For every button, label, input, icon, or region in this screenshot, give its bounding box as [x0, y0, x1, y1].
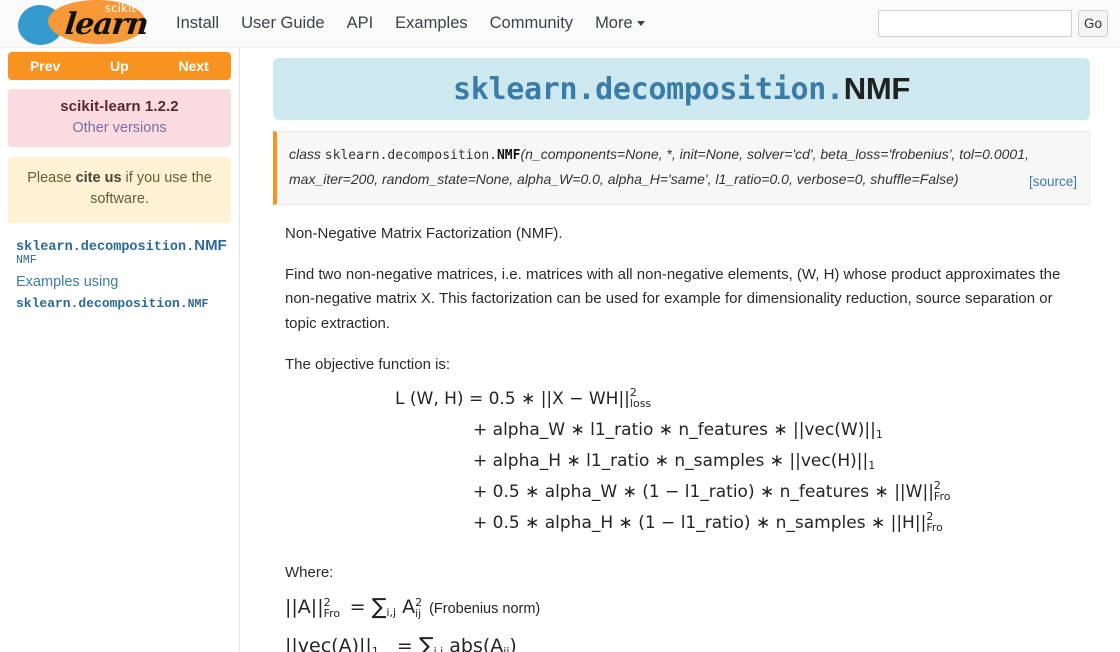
- toc-link-nmf-sub[interactable]: NMF: [16, 254, 231, 267]
- class-signature: class sklearn.decomposition.NMF(n_compon…: [273, 131, 1090, 205]
- signature-keyword: class: [289, 146, 321, 162]
- formula-lhs: L (W, H): [395, 389, 464, 410]
- version-box: scikit-learn 1.2.2 Other versions: [8, 89, 231, 147]
- search-input[interactable]: [878, 10, 1072, 37]
- nav-links: Install User Guide API Examples Communit…: [176, 14, 645, 33]
- toc-link-nmf-prefix: sklearn.decomposition.: [16, 240, 195, 256]
- formula-line-3: + alpha_H ∗ l1_ratio ∗ n_samples ∗ ||vec…: [273, 453, 1090, 484]
- formula-line4-text: + 0.5 ∗ alpha_W ∗ (1 − l1_ratio) ∗ n_fea…: [473, 482, 934, 503]
- l1-equals: =: [396, 635, 413, 652]
- l1-rhs: abs(A: [449, 635, 504, 652]
- search-go-button[interactable]: Go: [1078, 10, 1108, 37]
- l1-sigma-sub: i,j: [433, 645, 444, 652]
- l1-lhs-sub: 1: [371, 645, 379, 652]
- nav-item-examples[interactable]: Examples: [395, 14, 467, 33]
- toc-link-examples-suffix: NMF: [187, 297, 209, 311]
- formula-line2-sub: 1: [875, 428, 883, 442]
- nav-item-user-guide[interactable]: User Guide: [241, 14, 324, 33]
- cite-us-link[interactable]: cite us: [76, 170, 122, 186]
- signature-params-line1: (n_components=None, *, init=None, solver…: [520, 146, 956, 162]
- definition-l1-norm: ||vec(A)||1 = ∑i,j abs(Aij): [285, 634, 1090, 652]
- nav-item-api[interactable]: API: [347, 14, 374, 33]
- paragraph-description: Find two non-negative matrices, i.e. mat…: [285, 266, 1061, 332]
- formula-line3-text: + alpha_H ∗ l1_ratio ∗ n_samples ∗ ||vec…: [473, 451, 869, 472]
- toc-link-nmf[interactable]: sklearn.decomposition.NMF: [16, 237, 227, 256]
- frobenius-note: (Frobenius norm): [429, 601, 541, 618]
- formula-line-1: L (W, H) = 0.5 ∗ ||X − WH|| 2 loss: [395, 386, 652, 411]
- up-link[interactable]: Up: [82, 58, 156, 74]
- other-versions-link[interactable]: Other versions: [14, 120, 225, 136]
- chevron-down-icon: [636, 21, 645, 27]
- scikit-learn-logo[interactable]: scikit learn: [8, 0, 158, 48]
- top-navbar: scikit learn Install User Guide API Exam…: [0, 0, 1120, 48]
- formula-line-2: + alpha_W ∗ l1_ratio ∗ n_features ∗ ||ve…: [273, 422, 1090, 453]
- toc-link-nmf-suffix: NMF: [194, 237, 227, 255]
- formula-line-4: + 0.5 ∗ alpha_W ∗ (1 − l1_ratio) ∗ n_fea…: [473, 479, 951, 504]
- nav-item-community[interactable]: Community: [490, 14, 573, 33]
- signature-name: NMF: [496, 148, 521, 163]
- page-title-module: sklearn.decomposition.: [452, 71, 844, 107]
- signature-path: sklearn.decomposition.: [324, 148, 497, 163]
- signature-params-line3: shuffle=False): [870, 171, 959, 188]
- formula-line1-terms: 0.5 ∗ ||X − WH||: [488, 389, 630, 410]
- nav-item-more[interactable]: More: [595, 14, 645, 33]
- page-title-class: NMF: [843, 71, 911, 106]
- table-of-contents: sklearn.decomposition.NMF NMF Examples u…: [8, 237, 231, 311]
- cite-text-before: Please: [27, 170, 76, 186]
- page-title: sklearn.decomposition. NMF: [273, 58, 1090, 120]
- l1-note: ): [509, 635, 517, 652]
- toc-link-examples-using[interactable]: Examples using: [16, 274, 231, 290]
- definition-frobenius-norm: ||A|| 2 Fro = ∑i,j A 2 ij (Frobenius norm): [285, 595, 541, 621]
- paragraph-objective-intro: The objective function is:: [285, 355, 451, 373]
- prev-link[interactable]: Prev: [8, 58, 82, 74]
- formula-line-5: + 0.5 ∗ alpha_H ∗ (1 − l1_ratio) ∗ n_sam…: [473, 510, 943, 535]
- frobenius-rhs: A: [402, 596, 416, 619]
- frobenius-lhs: ||A||: [285, 596, 324, 619]
- next-link[interactable]: Next: [157, 58, 231, 74]
- sidebar: Prev Up Next scikit-learn 1.2.2 Other ve…: [0, 48, 240, 652]
- formula-line5-text: + 0.5 ∗ alpha_H ∗ (1 − l1_ratio) ∗ n_sam…: [473, 513, 927, 534]
- toc-entry-main: sklearn.decomposition.NMF NMF: [16, 237, 231, 267]
- nav-item-more-label: More: [595, 14, 633, 32]
- logo-learn-text: learn: [63, 6, 150, 42]
- source-link[interactable]: [source]: [1029, 170, 1077, 193]
- sigma-icon-2: ∑: [418, 634, 434, 652]
- objective-function-formula: L (W, H) = 0.5 ∗ ||X − WH|| 2 loss + alpha…: [273, 386, 1090, 546]
- main-content: sklearn.decomposition. NMF class sklearn.…: [241, 48, 1120, 652]
- paragraph-summary: Non-Negative Matrix Factorization (NMF).: [285, 224, 563, 242]
- frobenius-equals: =: [349, 596, 366, 619]
- formula-line3-sub: 1: [868, 459, 876, 473]
- nav-item-install[interactable]: Install: [176, 14, 219, 33]
- relation-bar: Prev Up Next: [8, 52, 231, 80]
- cite-box: Please cite us if you use the software.: [8, 157, 231, 224]
- formula-line2-text: + alpha_W ∗ l1_ratio ∗ n_features ∗ ||ve…: [473, 420, 876, 441]
- l1-lhs: ||vec(A)||: [285, 635, 372, 652]
- where-label: Where:: [285, 564, 334, 582]
- version-title: scikit-learn 1.2.2: [60, 98, 179, 115]
- formula-equals: =: [468, 389, 484, 410]
- toc-link-examples-prefix: sklearn.decomposition.: [16, 295, 188, 311]
- toc-link-examples-nmf[interactable]: sklearn.decomposition.NMF: [16, 296, 231, 311]
- search-area: Go: [878, 10, 1108, 37]
- frobenius-sigma-sub: i,j: [386, 606, 397, 620]
- sigma-icon: ∑: [371, 595, 387, 621]
